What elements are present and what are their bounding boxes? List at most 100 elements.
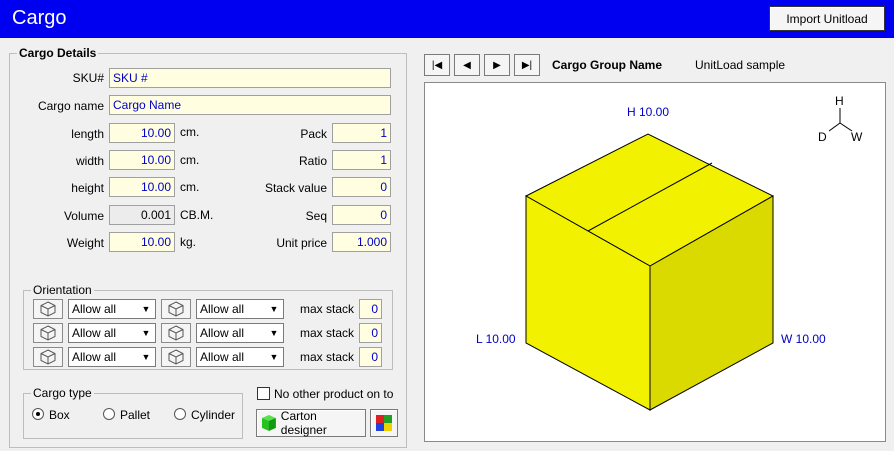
box-orientation-icon <box>168 325 184 341</box>
axis-d-line <box>828 122 841 132</box>
orientation-button[interactable] <box>33 347 63 367</box>
cargo-type-pallet-radio[interactable] <box>103 408 115 420</box>
ratio-input[interactable]: 1 <box>332 150 391 170</box>
stack-value-label: Stack value <box>264 181 327 195</box>
volume-label: Volume <box>63 209 104 223</box>
sku-input[interactable]: SKU # <box>109 68 391 88</box>
cargo-type-box-label: Box <box>49 408 70 422</box>
max-stack-input[interactable]: 0 <box>359 347 382 367</box>
weight-label: Weight <box>66 236 104 250</box>
seq-input[interactable]: 0 <box>332 205 391 225</box>
volume-unit: CB.M. <box>180 208 214 222</box>
orientation-button[interactable] <box>161 347 191 367</box>
height-input[interactable]: 10.00 <box>109 177 175 197</box>
no-other-product-label: No other product on to <box>274 387 394 401</box>
chevron-down-icon: ▼ <box>141 328 151 338</box>
cargo-group-name-value: UnitLoad sample <box>695 58 786 72</box>
orientation-button[interactable] <box>161 299 191 319</box>
length-unit: cm. <box>180 125 200 139</box>
last-record-icon: ▶| <box>521 59 533 71</box>
orientation-select[interactable]: Allow all ▼ <box>68 347 156 367</box>
chevron-down-icon: ▼ <box>269 352 279 362</box>
cargo-name-label: Cargo name <box>37 99 104 113</box>
max-stack-label: max stack <box>299 302 354 316</box>
prev-record-icon: ◀ <box>463 59 471 71</box>
length-label: length <box>71 127 104 141</box>
carton-designer-button[interactable]: Carton designer <box>256 409 366 437</box>
first-record-icon: |◀ <box>431 59 443 71</box>
orientation-button[interactable] <box>33 323 63 343</box>
box-orientation-icon <box>168 301 184 317</box>
cargo-preview-panel: H 10.00 L 10.00 W 10.00 H D W <box>424 82 886 442</box>
height-label: height <box>71 181 104 195</box>
orientation-select[interactable]: Allow all ▼ <box>196 323 284 343</box>
max-stack-input[interactable]: 0 <box>359 299 382 319</box>
width-unit: cm. <box>180 153 200 167</box>
no-other-product-checkbox[interactable] <box>257 387 270 400</box>
orientation-select-value: Allow all <box>200 302 245 316</box>
max-stack-input[interactable]: 0 <box>359 323 382 343</box>
chevron-down-icon: ▼ <box>269 304 279 314</box>
unit-price-input[interactable]: 1.000 <box>332 232 391 252</box>
import-unitload-button[interactable]: Import Unitload <box>769 6 885 31</box>
window-title: Cargo <box>12 7 67 29</box>
color-palette-icon <box>376 415 392 431</box>
orientation-select-value: Allow all <box>72 302 117 316</box>
cargo-type-legend: Cargo type <box>31 386 94 400</box>
seq-label: Seq <box>305 209 327 223</box>
green-box-icon <box>261 415 276 431</box>
carton-designer-label: Carton designer <box>280 409 327 437</box>
height-unit: cm. <box>180 180 200 194</box>
orientation-select-value: Allow all <box>200 350 245 364</box>
length-dimension-label: L 10.00 <box>476 332 516 346</box>
box-orientation-icon <box>40 325 56 341</box>
title-bar <box>0 0 894 38</box>
cargo-type-cylinder-radio[interactable] <box>174 408 186 420</box>
cargo-name-input[interactable]: Cargo Name <box>109 95 391 115</box>
chevron-down-icon: ▼ <box>141 352 151 362</box>
cargo-type-cylinder-label: Cylinder <box>191 408 236 422</box>
pack-input[interactable]: 1 <box>332 123 391 143</box>
length-input[interactable]: 10.00 <box>109 123 175 143</box>
cargo-group-name-label: Cargo Group Name <box>552 58 663 72</box>
width-label: width <box>75 154 104 168</box>
sku-label: SKU# <box>72 71 104 85</box>
max-stack-label: max stack <box>299 350 354 364</box>
orientation-select[interactable]: Allow all ▼ <box>68 323 156 343</box>
stack-value-input[interactable]: 0 <box>332 177 391 197</box>
orientation-legend: Orientation <box>31 283 94 297</box>
prev-record-button[interactable]: ◀ <box>454 54 480 76</box>
orientation-select[interactable]: Allow all ▼ <box>68 299 156 319</box>
orientation-select[interactable]: Allow all ▼ <box>196 299 284 319</box>
cargo-type-box-radio[interactable] <box>32 408 44 420</box>
box-orientation-icon <box>40 301 56 317</box>
cargo-preview-canvas <box>524 108 853 411</box>
unit-price-label: Unit price <box>276 236 327 250</box>
height-dimension-label: H 10.00 <box>627 105 670 119</box>
axis-d-label: D <box>818 130 827 144</box>
width-dimension-label: W 10.00 <box>781 332 826 346</box>
chevron-down-icon: ▼ <box>141 304 151 314</box>
chevron-down-icon: ▼ <box>269 328 279 338</box>
box-orientation-icon <box>168 349 184 365</box>
weight-input[interactable]: 10.00 <box>109 232 175 252</box>
box-orientation-icon <box>40 349 56 365</box>
axis-w-label: W <box>851 130 863 144</box>
weight-unit: kg. <box>180 235 197 249</box>
last-record-button[interactable]: ▶| <box>514 54 540 76</box>
orientation-select[interactable]: Allow all ▼ <box>196 347 284 367</box>
width-input[interactable]: 10.00 <box>109 150 175 170</box>
next-record-button[interactable]: ▶ <box>484 54 510 76</box>
pack-label: Pack <box>300 127 327 141</box>
max-stack-label: max stack <box>299 326 354 340</box>
first-record-button[interactable]: |◀ <box>424 54 450 76</box>
axis-h-label: H <box>835 94 844 108</box>
orientation-button[interactable] <box>161 323 191 343</box>
ratio-label: Ratio <box>298 154 327 168</box>
cargo-type-pallet-label: Pallet <box>120 408 151 422</box>
volume-value: 0.001 <box>109 205 175 225</box>
orientation-select-value: Allow all <box>200 326 245 340</box>
orientation-button[interactable] <box>33 299 63 319</box>
orientation-select-value: Allow all <box>72 350 117 364</box>
color-button[interactable] <box>370 409 398 437</box>
